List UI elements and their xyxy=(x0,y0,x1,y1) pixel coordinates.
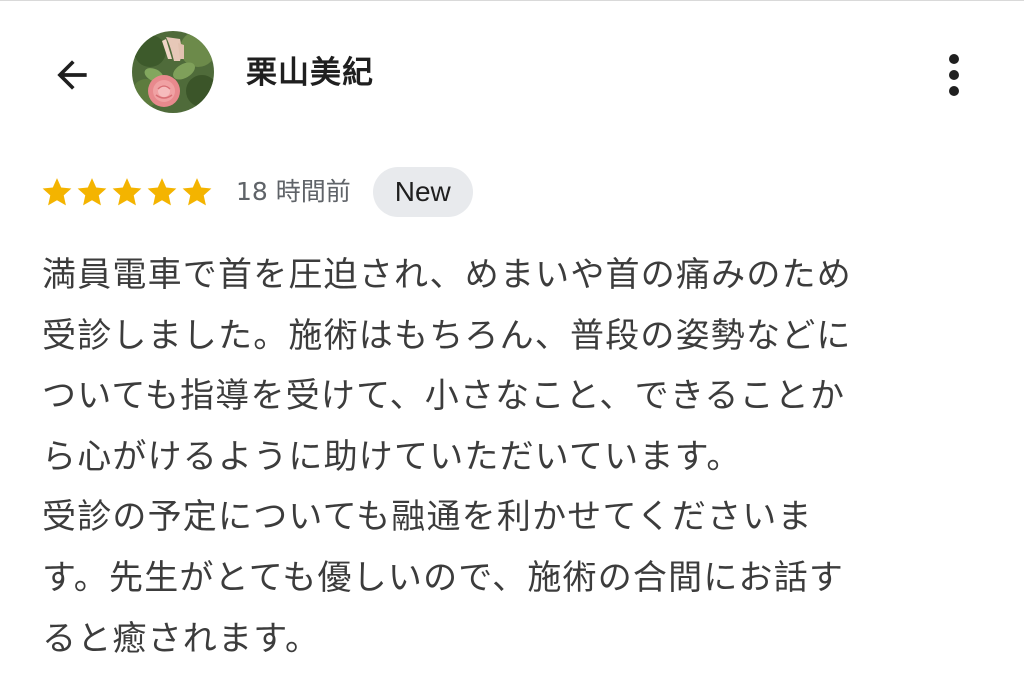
more-vertical-icon xyxy=(949,54,959,96)
review-text-line: ると癒されます。 xyxy=(42,618,321,659)
new-badge: New xyxy=(372,167,473,217)
review-text: 満員電車で首を圧迫され、めまいや首の痛みのため 受診しました。施術はもちろん、普段… xyxy=(42,245,992,669)
review-text-line: 受診の予定についても融通を利かせてくださいま xyxy=(42,497,813,538)
review-text-line: ら心がけるように助けていただいています。 xyxy=(42,436,742,477)
star-icon xyxy=(42,178,72,206)
review-text-line: す。先生がとても優しいので、施術の合間にお話す xyxy=(42,557,845,598)
star-icon xyxy=(182,178,212,206)
star-icon xyxy=(77,178,107,206)
avatar[interactable] xyxy=(132,31,214,113)
star-icon xyxy=(147,178,177,206)
back-button[interactable] xyxy=(44,47,100,103)
star-rating xyxy=(40,175,214,209)
review-text-line: 満員電車で首を圧迫され、めまいや首の痛みのため xyxy=(42,255,852,295)
arrow-left-icon xyxy=(57,60,87,90)
review-meta-row: 18 時間前 New xyxy=(40,167,473,217)
review-text-line: 受診しました。施術はもちろん、普段の姿勢などに xyxy=(42,315,852,356)
reviewer-name[interactable]: 栗山美紀 xyxy=(246,51,374,95)
more-options-button[interactable] xyxy=(926,45,982,105)
review-screen: 栗山美紀 18 時間前 New 満員電車で首を圧迫され、めまいや首の痛みのため受… xyxy=(0,0,1024,690)
review-header: 栗山美紀 xyxy=(0,1,1024,141)
review-time-ago: 18 時間前 xyxy=(236,177,351,206)
star-icon xyxy=(112,178,142,206)
review-text-line: ついても指導を受けて、小さなこと、できることか xyxy=(42,376,846,417)
profile-photo-rose-icon xyxy=(132,31,214,113)
